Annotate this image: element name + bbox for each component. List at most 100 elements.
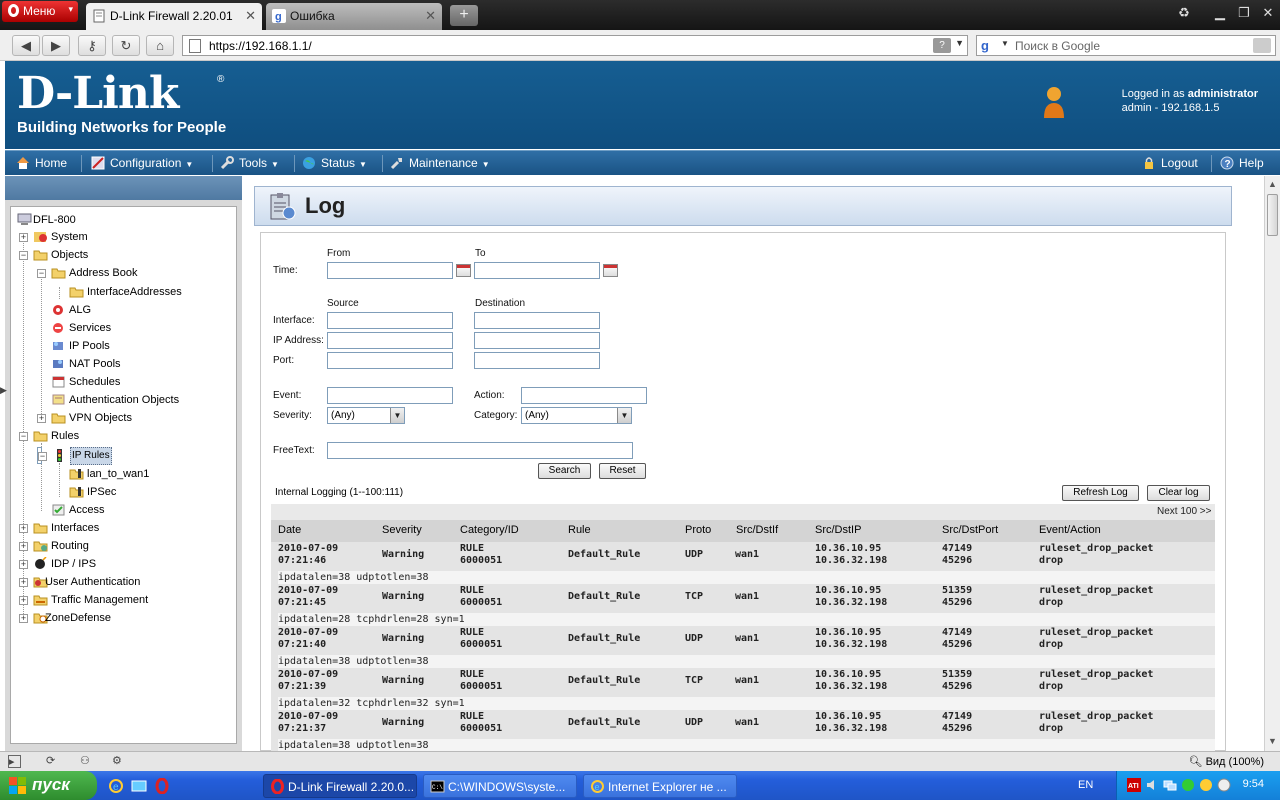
source-interface-input[interactable] (327, 312, 453, 329)
category-select[interactable]: (Any) ▼ (521, 407, 632, 424)
trash-icon[interactable]: ♻ (1174, 4, 1194, 22)
col-srcdstip[interactable]: Src/DstIP (815, 524, 861, 536)
ie-quicklaunch-icon[interactable]: e (108, 778, 124, 794)
expand-icon[interactable]: + (19, 542, 28, 551)
reload-button[interactable]: ↻ (112, 35, 140, 56)
forward-button[interactable]: ▶ (42, 35, 70, 56)
network-icon[interactable] (1163, 778, 1177, 792)
shield-icon[interactable] (1181, 778, 1195, 792)
task-dlink-firewall[interactable]: D-Link Firewall 2.20.0... (263, 774, 417, 798)
minimize-button[interactable]: ▁ (1210, 4, 1230, 22)
menu-maintenance[interactable]: Maintenance ▼ (390, 156, 490, 172)
search-button[interactable]: Search (538, 463, 591, 479)
panel-toggle-icon[interactable]: ▸ (8, 755, 21, 768)
google-icon[interactable]: g (981, 38, 989, 53)
close-tab-icon[interactable]: ✕ (245, 8, 256, 24)
tree-item-ip-rules[interactable]: − IP Rules (37, 447, 112, 465)
tray-app-icon[interactable] (1217, 778, 1231, 792)
source-ip-input[interactable] (327, 332, 453, 349)
expand-icon[interactable]: + (19, 578, 28, 587)
col-srcdstif[interactable]: Src/DstIf (736, 524, 778, 536)
scroll-up-icon[interactable]: ▲ (1268, 179, 1277, 189)
destination-port-input[interactable] (474, 352, 600, 369)
scroll-down-icon[interactable]: ▼ (1268, 736, 1277, 746)
close-window-button[interactable]: ✕ (1258, 4, 1278, 22)
refresh-log-button[interactable]: Refresh Log (1062, 485, 1139, 501)
task-cmd[interactable]: C:\ C:\WINDOWS\syste... (423, 774, 577, 798)
search-input[interactable]: g ▼ Поиск в Google (976, 35, 1276, 56)
freetext-input[interactable] (327, 442, 633, 459)
settings-icon[interactable]: ⚙ (112, 755, 125, 768)
expand-icon[interactable]: + (19, 596, 28, 605)
close-tab-icon[interactable]: ✕ (425, 8, 436, 24)
site-info-icon[interactable]: ? (933, 38, 951, 53)
collapse-icon[interactable]: − (19, 251, 28, 260)
tab-dlink-firewall[interactable]: D-Link Firewall 2.20.01 ✕ (86, 3, 262, 30)
cell-action: drop (1039, 639, 1064, 650)
menu-help[interactable]: ? Help (1220, 156, 1264, 172)
collapse-panel-arrow-icon[interactable]: ▶ (0, 385, 7, 396)
severity-select[interactable]: (Any) ▼ (327, 407, 405, 424)
home-button[interactable]: ⌂ (146, 35, 174, 56)
zoom-control[interactable]: 🔍︎ Вид (100%) (1189, 755, 1264, 768)
time-from-input[interactable] (327, 262, 453, 279)
task-internet-explorer[interactable]: e Internet Explorer не ... (583, 774, 737, 798)
cell-rule: Default_Rule (568, 717, 641, 728)
ati-icon[interactable]: ATI (1127, 778, 1141, 792)
source-port-input[interactable] (327, 352, 453, 369)
menu-status[interactable]: Status ▼ (302, 156, 367, 172)
reset-button[interactable]: Reset (599, 463, 646, 479)
chevron-down-icon[interactable]: ▼ (390, 408, 404, 423)
col-srcdstport[interactable]: Src/DstPort (942, 524, 998, 536)
language-indicator[interactable]: EN (1078, 779, 1093, 791)
address-bar[interactable]: https://192.168.1.1/ ? ▼ (182, 35, 968, 56)
tab-error[interactable]: g Ошибка ✕ (266, 3, 442, 30)
collapse-icon[interactable]: − (19, 432, 28, 441)
clear-log-button[interactable]: Clear log (1147, 485, 1210, 501)
opera-quicklaunch-icon[interactable] (154, 778, 170, 794)
menu-logout[interactable]: Logout (1142, 156, 1198, 172)
collapse-icon[interactable]: − (38, 452, 47, 461)
page-scrollbar[interactable]: ▲ ▼ (1264, 176, 1280, 751)
wand-key-button[interactable]: ⚷ (78, 35, 106, 56)
expand-icon[interactable]: + (19, 524, 28, 533)
chevron-down-icon[interactable]: ▼ (617, 408, 631, 423)
menu-tools[interactable]: Tools ▼ (220, 156, 279, 172)
start-button[interactable]: пуск (0, 771, 97, 800)
col-rule[interactable]: Rule (568, 524, 591, 536)
event-input[interactable] (327, 387, 453, 404)
search-icon[interactable] (1253, 38, 1271, 53)
calendar-icon[interactable] (456, 264, 471, 277)
calendar-icon[interactable] (603, 264, 618, 277)
opera-menu-button[interactable]: Меню ▾ (2, 1, 78, 22)
col-proto[interactable]: Proto (685, 524, 711, 536)
chevron-down-icon[interactable]: ▼ (955, 38, 964, 48)
share-icon[interactable]: ⚇ (80, 755, 93, 768)
chevron-down-icon[interactable]: ▼ (1001, 39, 1009, 48)
destination-ip-input[interactable] (474, 332, 600, 349)
back-button[interactable]: ◀ (12, 35, 40, 56)
menu-home[interactable]: Home (16, 156, 67, 172)
col-category[interactable]: Category/ID (460, 524, 519, 536)
destination-interface-input[interactable] (474, 312, 600, 329)
volume-icon[interactable] (1145, 778, 1159, 792)
desktop-quicklaunch-icon[interactable] (131, 778, 147, 794)
expand-icon[interactable]: + (19, 614, 28, 623)
new-tab-button[interactable]: + (450, 5, 478, 26)
next-page-link[interactable]: Next 100 >> (1157, 506, 1211, 517)
tree-label: NAT Pools (69, 358, 121, 370)
col-event[interactable]: Event/Action (1039, 524, 1101, 536)
expand-icon[interactable]: + (19, 233, 28, 242)
menu-configuration[interactable]: Configuration ▼ (91, 156, 193, 172)
time-to-input[interactable] (474, 262, 600, 279)
expand-icon[interactable]: + (37, 414, 46, 423)
expand-icon[interactable]: + (19, 560, 28, 569)
update-icon[interactable] (1199, 778, 1213, 792)
col-severity[interactable]: Severity (382, 524, 422, 536)
scrollbar-thumb[interactable] (1267, 194, 1278, 236)
collapse-icon[interactable]: − (37, 269, 46, 278)
col-date[interactable]: Date (278, 524, 301, 536)
action-input[interactable] (521, 387, 647, 404)
restore-button[interactable]: ❐ (1234, 4, 1254, 22)
sync-icon[interactable]: ⟳ (46, 755, 59, 768)
